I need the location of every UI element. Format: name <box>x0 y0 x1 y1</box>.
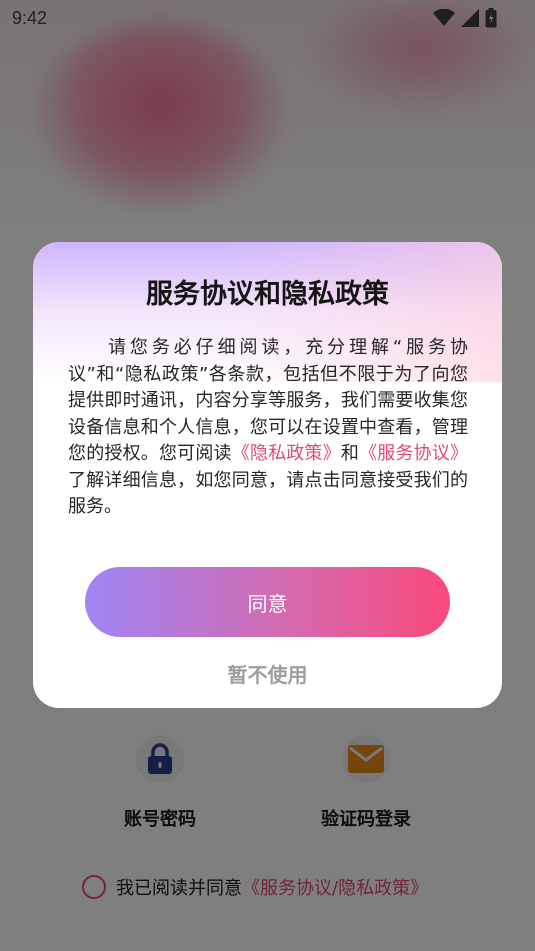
privacy-dialog: 服务协议和隐私政策 请您务必仔细阅读，充分理解“服务协议”和“隐私政策”各条款，… <box>33 242 502 708</box>
service-agreement-link[interactable]: 《服务协议》 <box>359 443 468 464</box>
status-time: 9:42 <box>12 8 48 28</box>
status-icons <box>433 8 497 28</box>
battery-icon <box>485 8 497 28</box>
dialog-body-text: 和 <box>340 443 360 464</box>
wifi-icon <box>433 9 455 26</box>
status-bar: 9:42 <box>0 0 535 36</box>
agree-button[interactable]: 同意 <box>85 567 450 637</box>
dialog-body: 请您务必仔细阅读，充分理解“服务协议”和“隐私政策”各条款，包括但不限于为了向您… <box>68 335 468 521</box>
signal-icon <box>461 9 479 27</box>
privacy-policy-link[interactable]: 《隐私政策》 <box>232 443 341 464</box>
refuse-button[interactable]: 暂不使用 <box>33 659 502 688</box>
dialog-body-text: 了解详细信息，如您同意，请点击同意接受我们的服务。 <box>68 469 468 518</box>
dialog-title: 服务协议和隐私政策 <box>146 279 389 310</box>
